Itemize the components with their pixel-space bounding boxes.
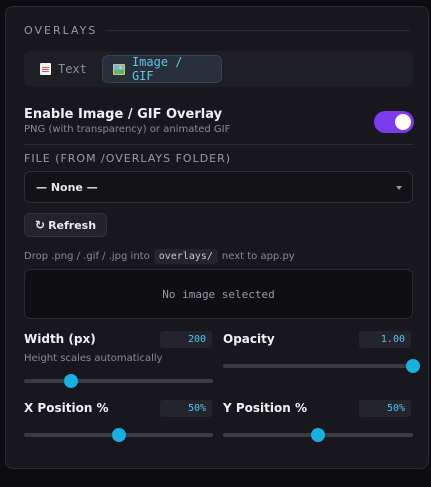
tab-image-gif-label: Image / GIF [131, 55, 183, 83]
y-position-label: Y Position % [223, 401, 307, 415]
x-position-label: X Position % [24, 401, 109, 415]
width-slider-thumb[interactable] [64, 374, 79, 388]
width-value[interactable]: 200 [160, 331, 212, 348]
divider [24, 144, 413, 145]
refresh-button[interactable]: ↻ Refresh [24, 213, 108, 237]
file-select[interactable]: — None — [24, 171, 413, 203]
overlays-panel: OVERLAYS Text Image / GIF Enable Image /… [5, 6, 429, 469]
opacity-value[interactable]: 1.00 [359, 331, 411, 348]
image-preview: No image selected [24, 269, 413, 319]
section-divider [107, 30, 410, 31]
document-icon [40, 63, 51, 75]
tab-image-gif[interactable]: Image / GIF [102, 55, 222, 83]
refresh-label: Refresh [48, 218, 97, 232]
drop-hint: Drop .png / .gif / .jpg into overlays/ n… [24, 249, 295, 264]
overlay-type-tabs: Text Image / GIF [24, 51, 413, 87]
file-select-value: — None — [36, 181, 98, 194]
enable-overlay-subtitle: PNG (with transparency) or animated GIF [24, 124, 231, 135]
tab-text-label: Text [58, 62, 87, 76]
x-position-slider-thumb[interactable] [111, 428, 126, 442]
enable-overlay-toggle[interactable] [374, 111, 414, 133]
toggle-knob [395, 114, 411, 130]
preview-text: No image selected [162, 287, 275, 301]
x-position-slider[interactable] [24, 428, 213, 442]
y-position-slider-thumb[interactable] [311, 428, 325, 442]
section-header: OVERLAYS [24, 24, 410, 37]
refresh-icon: ↻ [35, 218, 46, 232]
width-label: Width (px) [24, 332, 96, 346]
tab-text[interactable]: Text [30, 55, 97, 83]
section-title: OVERLAYS [24, 24, 98, 37]
opacity-slider[interactable] [223, 359, 420, 373]
hint-after: next to app.py [221, 251, 295, 262]
width-note: Height scales automatically [24, 353, 163, 364]
y-position-slider[interactable] [223, 428, 413, 442]
opacity-label: Opacity [223, 332, 275, 346]
x-position-value[interactable]: 50% [160, 400, 212, 417]
opacity-slider-thumb[interactable] [406, 359, 420, 373]
y-position-value[interactable]: 50% [359, 400, 411, 417]
file-label: FILE (FROM /OVERLAYS FOLDER) [24, 152, 232, 165]
chevron-down-icon [396, 186, 402, 190]
hint-folder: overlays/ [153, 249, 218, 264]
hint-before: Drop .png / .gif / .jpg into [24, 251, 150, 262]
picture-icon [113, 63, 125, 75]
enable-overlay-title: Enable Image / GIF Overlay [24, 107, 223, 122]
width-slider[interactable] [24, 374, 213, 388]
